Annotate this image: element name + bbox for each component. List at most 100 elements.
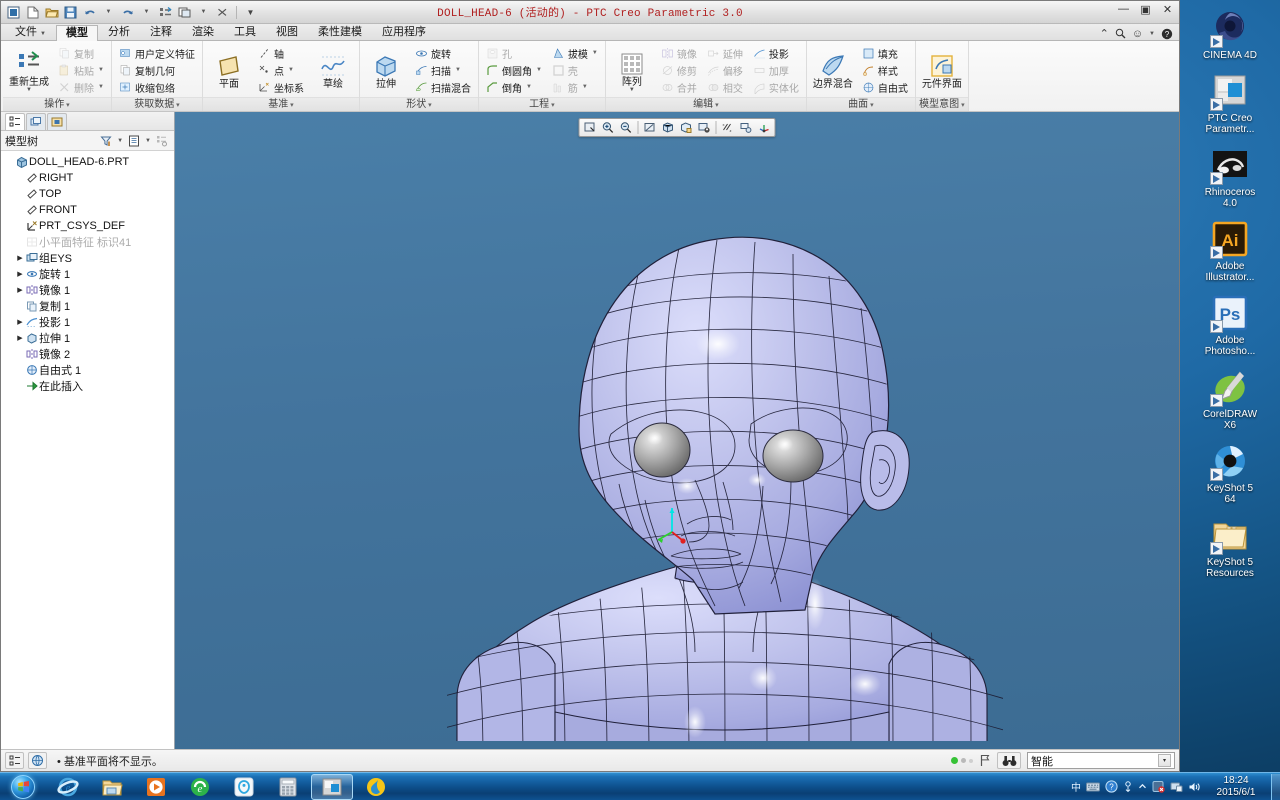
desktop-icon-adobe-illustrator[interactable]: Ai Adobe Illustrator...	[1187, 219, 1273, 283]
ribbon-group-label[interactable]: 形状	[359, 97, 478, 111]
chevron-down-icon[interactable]: ▼	[288, 67, 294, 73]
expand-arrow-icon[interactable]: ▶	[15, 254, 25, 262]
ribbon-group-label[interactable]: 操作	[3, 97, 111, 111]
ribbon-button-offset[interactable]: 偏移	[703, 62, 747, 78]
boundary-blend-button[interactable]: 边界混合	[810, 49, 856, 91]
expand-arrow-icon[interactable]: ▶	[15, 318, 25, 326]
collapse-ribbon-icon[interactable]: ⌃	[1100, 27, 1109, 40]
ribbon-button-freestyle[interactable]: 自由式	[858, 79, 912, 95]
ribbon-tab-7[interactable]: 柔性建模	[308, 24, 372, 40]
ribbon-button-project[interactable]: 投影	[749, 45, 803, 61]
binoculars-icon[interactable]	[997, 752, 1021, 769]
view-manager-icon[interactable]	[696, 120, 713, 136]
tree-node[interactable]: ▶ 组EYS	[1, 250, 174, 266]
ribbon-tab-8[interactable]: 应用程序	[372, 24, 436, 40]
ribbon-button-revolve[interactable]: 旋转	[411, 45, 475, 61]
antivirus-tray-icon[interactable]	[1152, 780, 1165, 793]
smiley-feedback-icon[interactable]: ☺	[1132, 28, 1143, 40]
ribbon-button-copy[interactable]: 复制	[54, 45, 108, 61]
tree-node[interactable]: DOLL_HEAD-6.PRT	[1, 154, 174, 170]
chevron-down-icon[interactable]: ▼	[526, 84, 532, 90]
ribbon-button-fill[interactable]: 填充	[858, 45, 912, 61]
ribbon-button-point[interactable]: 点 ▼	[254, 62, 308, 78]
undo-icon[interactable]	[81, 4, 98, 21]
regenerate-button[interactable]: 重新生成 ▼	[6, 47, 52, 94]
doll-head-3d-model[interactable]	[175, 112, 1179, 741]
ime-indicator[interactable]: 中	[1071, 779, 1081, 794]
ribbon-button-intersect[interactable]: 相交	[703, 79, 747, 95]
creo-parametric-taskbar-icon[interactable]	[311, 773, 353, 800]
tree-node[interactable]: TOP	[1, 186, 174, 202]
qq-taskbar-icon[interactable]	[223, 774, 265, 800]
ribbon-group-label[interactable]: 获取数据	[111, 97, 202, 111]
expand-arrow-icon[interactable]: ▶	[15, 286, 25, 294]
ribbon-button-round[interactable]: 倒圆角 ▼	[482, 62, 546, 78]
flag-icon[interactable]	[979, 754, 991, 767]
ribbon-button-csys[interactable]: 坐标系	[254, 79, 308, 95]
media-player-taskbar-icon[interactable]	[135, 774, 177, 800]
expand-arrow-icon[interactable]: ▶	[15, 270, 25, 278]
ribbon-button-udf[interactable]: 用户定义特征	[115, 45, 199, 61]
ribbon-group-label[interactable]: 曲面	[806, 97, 915, 111]
ribbon-tab-4[interactable]: 渲染	[182, 24, 224, 40]
chevron-down-icon[interactable]: ▼	[98, 67, 104, 73]
ribbon-button-sweep[interactable]: 扫描 ▼	[411, 62, 475, 78]
tree-columns-icon[interactable]	[154, 133, 170, 149]
tree-filter-dropdown-icon[interactable]: ▼	[117, 138, 123, 144]
network-tray-icon[interactable]	[1170, 781, 1183, 793]
ribbon-button-draft[interactable]: 拔模 ▼	[548, 45, 602, 61]
model-tree[interactable]: DOLL_HEAD-6.PRT RIGHT TOP FRONT PRT_CSYS_DEF…	[1, 151, 174, 749]
chevron-down-icon[interactable]: ▼	[536, 67, 542, 73]
selection-filter-dropdown[interactable]: 智能 ▾	[1027, 752, 1175, 769]
ribbon-group-label[interactable]: 工程	[478, 97, 605, 111]
windows-explorer-taskbar-icon[interactable]	[91, 774, 133, 800]
desktop-icon-cinema-4d[interactable]: CINEMA 4D	[1187, 8, 1273, 61]
repaint-icon[interactable]	[642, 120, 659, 136]
volume-tray-icon[interactable]	[1188, 781, 1201, 793]
redo-dropdown-icon[interactable]: ▼	[138, 4, 155, 21]
app-menu-icon[interactable]	[5, 4, 22, 21]
regenerate-icon[interactable]	[157, 4, 174, 21]
ribbon-button-paste[interactable]: 粘贴 ▼	[54, 62, 108, 78]
extrude-button[interactable]: 拉伸	[363, 49, 409, 91]
close-window-icon[interactable]	[214, 4, 231, 21]
customize-qat-icon[interactable]: ▼	[242, 4, 259, 21]
expand-arrow-icon[interactable]: ▶	[15, 334, 25, 342]
ribbon-button-swept-blend[interactable]: 扫描混合	[411, 79, 475, 95]
ribbon-button-mirror[interactable]: 镜像	[657, 45, 701, 61]
desktop-icon-keyshot-5-resources-folder[interactable]: KeyShot 5 Resources	[1187, 515, 1273, 579]
start-button[interactable]	[0, 773, 46, 800]
ribbon-button-style[interactable]: 样式	[858, 62, 912, 78]
plane-button[interactable]: 平面	[206, 49, 252, 91]
tree-node[interactable]: 镜像 2	[1, 346, 174, 362]
ribbon-group-label[interactable]: 基准	[202, 97, 359, 111]
chevron-down-icon[interactable]: ▼	[98, 84, 104, 90]
chevron-down-icon[interactable]: ▼	[582, 84, 588, 90]
zoom-out-icon[interactable]	[618, 120, 635, 136]
tree-node[interactable]: ▶ 旋转 1	[1, 266, 174, 282]
help-icon[interactable]: ?	[1161, 28, 1173, 40]
ribbon-button-hole[interactable]: 孔	[482, 45, 546, 61]
tree-node[interactable]: PRT_CSYS_DEF	[1, 218, 174, 234]
tree-settings-icon[interactable]	[126, 133, 142, 149]
component-interface-button[interactable]: 元件界面	[919, 49, 965, 91]
ribbon-button-merge[interactable]: 合并	[657, 79, 701, 95]
tree-node[interactable]: ▶ 镜像 1	[1, 282, 174, 298]
ribbon-group-label[interactable]: 编辑	[605, 97, 806, 111]
ribbon-button-shrinkwrap[interactable]: 收缩包络	[115, 79, 199, 95]
ribbon-button-axis[interactable]: 轴	[254, 45, 308, 61]
chevron-down-icon[interactable]: ▼	[629, 87, 635, 93]
ribbon-button-rib[interactable]: 筋 ▼	[548, 79, 602, 95]
tree-node[interactable]: 小平面特征 标识41	[1, 234, 174, 250]
display-style-icon[interactable]	[660, 120, 677, 136]
ribbon-tab-2[interactable]: 分析	[98, 24, 140, 40]
redo-icon[interactable]	[119, 4, 136, 21]
taskbar-clock[interactable]: 18:24 2015/6/1	[1205, 775, 1267, 799]
folder-browser-tab[interactable]	[47, 113, 67, 130]
ribbon-group-label[interactable]: 模型意图	[915, 97, 968, 111]
desktop-icon-ptc-creo-parametric[interactable]: PTC Creo Parametr...	[1187, 71, 1273, 135]
refit-icon[interactable]	[582, 120, 599, 136]
tree-filter-icon[interactable]	[98, 133, 114, 149]
ribbon-button-thicken[interactable]: 加厚	[749, 62, 803, 78]
ribbon-button-chamfer[interactable]: 倒角 ▼	[482, 79, 546, 95]
